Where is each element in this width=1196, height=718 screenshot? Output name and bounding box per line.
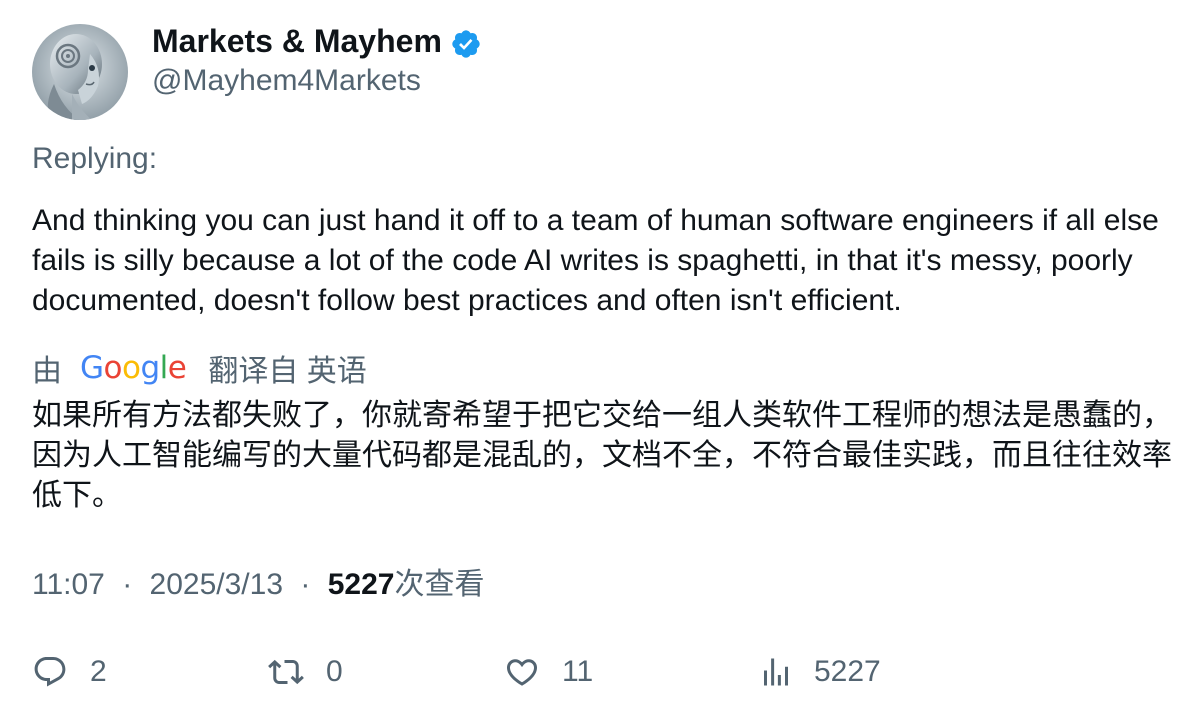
translated-from-label: 翻译自 英语 bbox=[208, 355, 367, 388]
avatar[interactable] bbox=[32, 24, 128, 120]
tweet-meta: 11:07 · 2025/3/13 · 5227次查看 bbox=[32, 566, 484, 604]
tweet-time[interactable]: 11:07 bbox=[32, 568, 105, 601]
tweet-date[interactable]: 2025/3/13 bbox=[150, 568, 283, 601]
author-handle[interactable]: @Mayhem4Markets bbox=[152, 62, 421, 100]
google-logo-letter: e bbox=[167, 350, 187, 386]
tweet-body: And thinking you can just hand it off to… bbox=[32, 204, 1159, 317]
views-button[interactable]: 5227 bbox=[758, 650, 881, 694]
reply-count: 2 bbox=[90, 655, 107, 688]
reply-icon bbox=[34, 657, 66, 687]
google-logo-letter: o bbox=[103, 350, 123, 386]
views-label: 次查看 bbox=[394, 568, 485, 601]
meta-separator: · bbox=[122, 568, 133, 601]
meta-separator: · bbox=[300, 568, 311, 601]
google-logo-letter: G bbox=[80, 350, 104, 386]
views-chart-icon bbox=[764, 658, 788, 686]
action-bar: 2 0 11 5227 bbox=[0, 650, 1196, 694]
verified-badge-icon[interactable] bbox=[450, 28, 482, 60]
google-logo[interactable]: Google bbox=[80, 350, 187, 386]
views-action-count: 5227 bbox=[814, 655, 881, 688]
tweet-card: Markets & Mayhem @Mayhem4Markets Replyin… bbox=[0, 0, 1196, 718]
heart-icon bbox=[506, 659, 538, 686]
google-logo-letter: o bbox=[122, 350, 141, 386]
translated-by-label: 由 bbox=[32, 355, 62, 388]
replying-label: Replying: bbox=[32, 142, 158, 175]
google-logo-letter: l bbox=[159, 350, 169, 386]
translated-body: 如果所有方法都失败了，你就寄希望于把它交给一组人类软件工程师的想法是愚蠢的，因为… bbox=[32, 399, 1172, 512]
retweet-count: 0 bbox=[326, 655, 343, 688]
google-logo-letter: g bbox=[140, 350, 160, 386]
like-count: 11 bbox=[562, 655, 594, 688]
retweet-icon bbox=[268, 659, 304, 685]
reply-button[interactable]: 2 bbox=[32, 650, 107, 694]
views-count: 5227 bbox=[327, 568, 395, 601]
author-display-name[interactable]: Markets & Mayhem bbox=[152, 21, 442, 61]
translation-attribution: 由 Google 翻译自 英语 bbox=[32, 348, 367, 388]
retweet-button[interactable]: 0 bbox=[268, 650, 343, 694]
like-button[interactable]: 11 bbox=[504, 650, 593, 694]
avatar-robot-image bbox=[32, 24, 128, 120]
